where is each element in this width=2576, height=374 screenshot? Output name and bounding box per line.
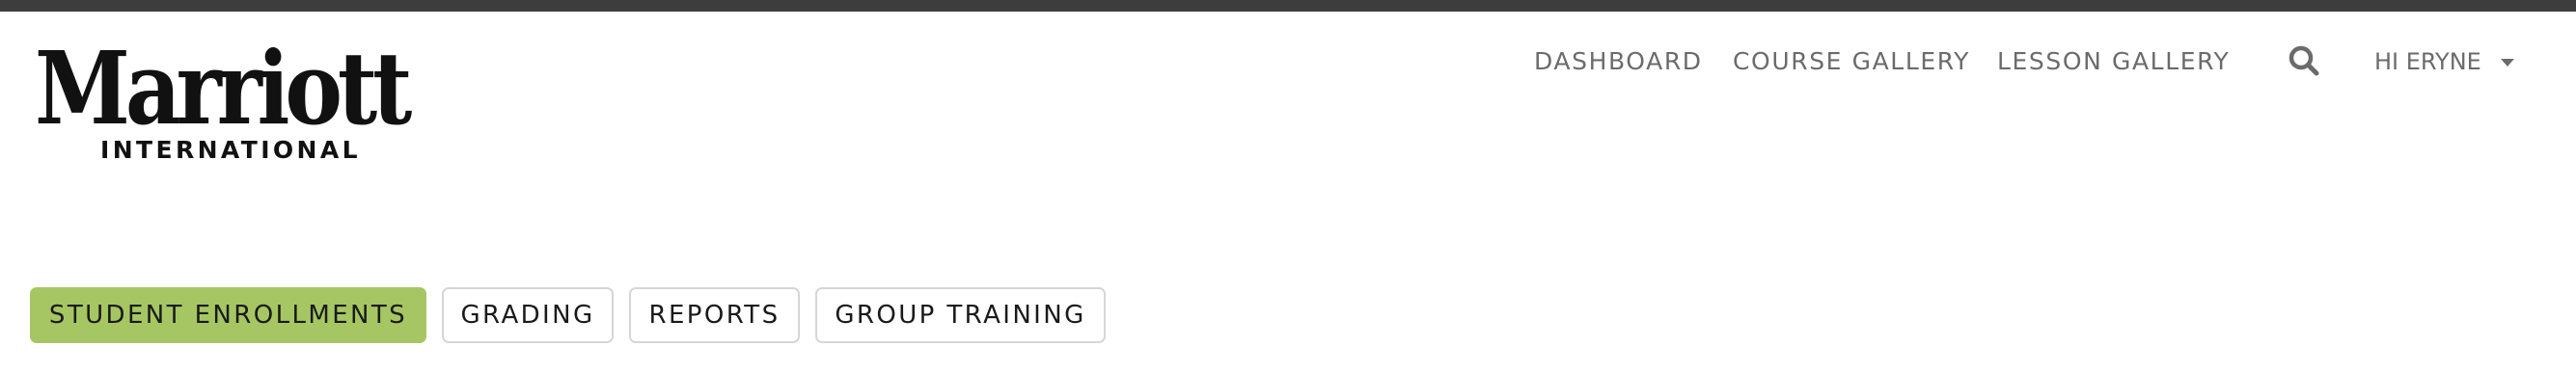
marriott-international-logo[interactable]: Marriott INTERNATIONAL [35,39,421,169]
nav-link-course-gallery[interactable]: COURSE GALLERY [1733,46,1970,77]
top-bar [0,0,2576,12]
tab-group-training[interactable]: GROUP TRAINING [815,287,1106,343]
tab-grading[interactable]: GRADING [442,287,614,343]
nav-link-lesson-gallery[interactable]: LESSON GALLERY [1997,46,2230,77]
search-icon[interactable] [2288,44,2320,77]
user-menu[interactable]: HI ERYNE [2374,46,2514,77]
logo-wordmark: Marriott [35,29,412,147]
caret-down-icon [2500,59,2514,67]
logo-subtitle: INTERNATIONAL [100,136,361,164]
tab-reports[interactable]: REPORTS [629,287,800,343]
nav-link-dashboard[interactable]: DASHBOARD [1534,46,1703,77]
user-greeting: HI ERYNE [2374,48,2481,75]
tab-student-enrollments[interactable]: STUDENT ENROLLMENTS [30,287,426,343]
